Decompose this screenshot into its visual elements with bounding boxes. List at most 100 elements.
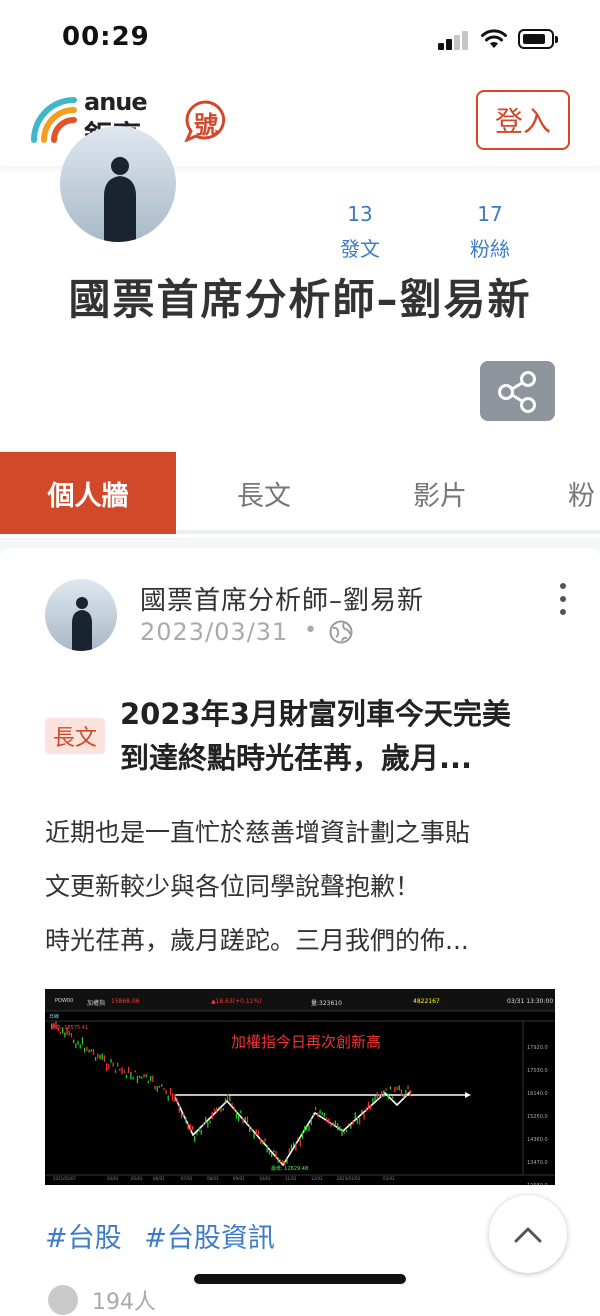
candle-mark	[396, 1086, 398, 1091]
candle-mark	[253, 1133, 255, 1139]
candle-mark	[354, 1112, 356, 1119]
candle-mark	[343, 1131, 345, 1134]
scroll-to-top-button[interactable]	[489, 1195, 567, 1273]
tab-wall[interactable]: 個人牆	[0, 452, 176, 534]
candle-mark	[279, 1159, 282, 1163]
hao-speech-bubble-icon[interactable]: 號	[184, 100, 230, 142]
candle-mark	[229, 1096, 231, 1102]
chart-x-tick: 04/01	[107, 1176, 119, 1181]
candle-mark	[84, 1047, 86, 1053]
post-hashtags: #台股 #台股資訊	[45, 1216, 289, 1255]
candle-mark	[123, 1070, 125, 1073]
candle-mark	[79, 1044, 81, 1049]
candle-mark	[70, 1033, 73, 1038]
candle-mark	[341, 1129, 343, 1136]
chart-x-tick: 07/01	[181, 1176, 193, 1181]
candle-mark	[145, 1074, 147, 1078]
posts-stat[interactable]: 13 發文	[320, 200, 400, 264]
candle-mark	[68, 1030, 70, 1036]
chart-y-tick: 17920.0	[527, 1045, 548, 1051]
candle-mark	[174, 1094, 176, 1102]
wifi-icon	[481, 29, 507, 48]
post-author-name[interactable]: 國票首席分析師–劉易新	[140, 580, 424, 617]
candle-mark	[374, 1095, 376, 1101]
tab-videos[interactable]: 影片	[352, 452, 528, 534]
candle-mark	[167, 1095, 169, 1101]
candle-mark	[337, 1123, 339, 1131]
candle-mark	[73, 1039, 75, 1044]
candle-mark	[251, 1128, 253, 1131]
candle-mark	[356, 1117, 359, 1124]
chart-high-label: 最高: 18575.41	[51, 1025, 89, 1031]
candle-mark	[86, 1046, 88, 1052]
candle-mark	[345, 1129, 348, 1133]
tab-long-articles[interactable]: 長文	[176, 452, 352, 534]
candle-mark	[315, 1106, 317, 1111]
candle-mark	[205, 1117, 207, 1124]
candle-mark	[297, 1137, 299, 1140]
candle-mark	[348, 1123, 350, 1126]
followers-stat[interactable]: 17 粉絲	[450, 200, 530, 264]
chart-x-tick: 10/03	[259, 1176, 271, 1181]
hao-glyph: 號	[194, 111, 218, 139]
author-avatar[interactable]	[45, 579, 117, 651]
candle-mark	[119, 1068, 121, 1071]
more-options-icon[interactable]	[556, 583, 570, 623]
candle-mark	[143, 1073, 145, 1078]
candle-mark	[147, 1080, 150, 1084]
candle-mark	[275, 1150, 277, 1159]
candle-mark	[405, 1090, 407, 1097]
candle-mark	[400, 1089, 403, 1096]
candle-mark	[156, 1086, 158, 1092]
chart-change: ▲18.63(+0.11%)	[211, 998, 262, 1005]
tab-fans[interactable]: 粉	[568, 452, 600, 534]
post-chart-image[interactable]: POW00 加權指 15868.06 ▲18.63(+0.11%) 量:3236…	[45, 989, 555, 1185]
chart-image-graphics	[45, 989, 555, 1185]
chart-x-tick: 09/01	[233, 1176, 245, 1181]
candle-mark	[282, 1160, 284, 1164]
candle-mark	[114, 1069, 117, 1073]
candle-mark	[97, 1053, 99, 1059]
share-button[interactable]	[480, 361, 555, 421]
candle-mark	[383, 1090, 385, 1098]
candle-mark	[398, 1085, 400, 1091]
hashtag-link[interactable]: #台股資訊	[144, 1223, 275, 1254]
candle-mark	[169, 1088, 172, 1096]
profile-avatar[interactable]	[60, 126, 176, 242]
candle-mark	[112, 1062, 114, 1067]
candle-mark	[200, 1129, 202, 1135]
candle-mark	[64, 1032, 66, 1038]
candle-mark	[136, 1076, 139, 1084]
candle-mark	[392, 1096, 394, 1099]
candle-mark	[273, 1150, 275, 1153]
candle-mark	[213, 1108, 216, 1112]
post-title[interactable]: 2023年3月財富列車今天完美 到達終點時光荏苒，歲月...	[120, 692, 560, 780]
candle-mark	[257, 1130, 260, 1135]
login-button[interactable]: 登入	[476, 90, 570, 150]
candle-mark	[262, 1140, 264, 1145]
post-excerpt[interactable]: 近期也是一直忙於慈善增資計劃之事貼 文更新較少與各位同學說聲抱歉！ 時光荏苒，歲…	[45, 806, 565, 968]
candle-mark	[332, 1122, 334, 1126]
chevron-up-icon	[514, 1227, 542, 1243]
reaction-count: 194人	[92, 1290, 156, 1315]
candle-mark	[161, 1084, 163, 1087]
candle-mark	[233, 1106, 235, 1111]
chart-y-tick: 13470.0	[527, 1160, 548, 1166]
candle-mark	[207, 1122, 209, 1128]
hashtag-link[interactable]: #台股	[45, 1223, 122, 1254]
candle-mark	[372, 1098, 374, 1103]
candle-mark	[323, 1112, 326, 1117]
candle-mark	[128, 1066, 130, 1073]
candle-mark	[330, 1122, 332, 1127]
candle-mark	[286, 1158, 288, 1164]
chart-y-ticks: 17920.0 17030.0 16140.0 15250.0 14360.0 …	[527, 1037, 555, 1185]
candle-mark	[306, 1126, 308, 1131]
candle-mark	[367, 1101, 370, 1109]
candle-mark	[216, 1107, 218, 1112]
candle-mark	[240, 1110, 242, 1114]
candle-mark	[117, 1062, 119, 1067]
chart-period: 日線	[49, 1014, 60, 1020]
candle-mark	[99, 1054, 101, 1060]
followers-count: 17	[477, 202, 503, 226]
candle-mark	[165, 1089, 167, 1095]
